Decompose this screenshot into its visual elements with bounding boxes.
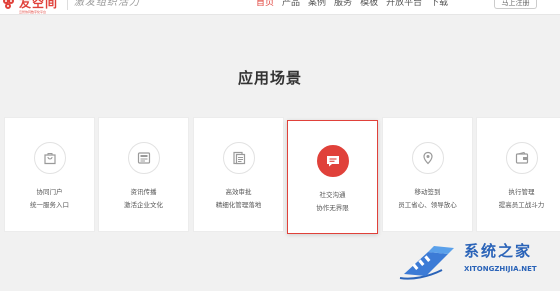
card-title: 社交沟通 <box>319 191 346 199</box>
card-title: 高效审批 <box>225 188 252 196</box>
chat-bubble-icon <box>326 156 339 167</box>
brand-name: 友空间 <box>19 0 59 10</box>
shopping-bag-icon <box>43 153 56 165</box>
wallet-icon <box>515 151 528 164</box>
brand-subtitle: 云智协同数字化平台 <box>19 10 47 14</box>
card-execution[interactable]: 执行管理 提高员工战斗力 <box>476 117 560 232</box>
nav-item-download[interactable]: 下载 <box>430 0 448 9</box>
watermark-url: XITONGZHIJIA.NET <box>464 265 537 273</box>
card-icon-circle <box>505 142 538 174</box>
card-icon-circle <box>33 142 66 174</box>
card-title: 移动签到 <box>414 188 441 196</box>
top-nav-bar: 友空间 云智协同数字化平台 激发组织活力 首页 产品 案例 服务 模板 开放平台… <box>0 0 560 15</box>
brand-logo[interactable]: 友空间 云智协同数字化平台 <box>3 0 59 14</box>
news-icon <box>137 152 150 164</box>
card-news[interactable]: 资讯传播 激活企业文化 <box>98 117 189 232</box>
card-subtitle: 协作无界限 <box>316 204 349 212</box>
nav-item-cases[interactable]: 案例 <box>308 0 326 9</box>
brand-slogan: 激发组织活力 <box>74 0 140 8</box>
document-icon <box>232 151 245 165</box>
card-title: 协同门户 <box>36 188 63 196</box>
card-subtitle: 统一服务入口 <box>30 201 69 209</box>
watermark-title: 系统之家 <box>464 242 533 260</box>
card-approval[interactable]: 高效审批 精细化管理落地 <box>193 117 284 232</box>
scenario-cards: 协同门户 统一服务入口 资讯传播 激活企业文化 高效审批 精细化管理落地 社交沟… <box>0 117 560 234</box>
card-subtitle: 精细化管理落地 <box>215 201 262 209</box>
card-subtitle: 激活企业文化 <box>124 201 163 209</box>
register-button[interactable]: 马上注册 <box>494 0 537 9</box>
card-icon-circle <box>127 142 160 174</box>
card-icon-circle <box>316 145 349 177</box>
card-title: 执行管理 <box>508 188 535 196</box>
main-nav: 首页 产品 案例 服务 模板 开放平台 下载 <box>256 0 456 9</box>
card-checkin[interactable]: 移动签到 员工省心、领导放心 <box>382 117 473 232</box>
card-portal[interactable]: 协同门户 统一服务入口 <box>4 117 95 232</box>
logo-divider <box>67 0 68 10</box>
watermark: 系统之家 XITONGZHIJIA.NET <box>398 240 558 284</box>
nav-item-products[interactable]: 产品 <box>282 0 300 9</box>
nav-item-templates[interactable]: 模板 <box>360 0 378 9</box>
card-social[interactable]: 社交沟通 协作无界限 <box>287 120 378 234</box>
location-pin-icon <box>422 151 433 165</box>
card-icon-circle <box>411 142 444 174</box>
logo-mark-icon <box>3 0 16 11</box>
nav-item-home[interactable]: 首页 <box>256 0 274 9</box>
nav-item-services[interactable]: 服务 <box>334 0 352 9</box>
card-title: 资讯传播 <box>130 188 157 196</box>
card-icon-circle <box>222 142 255 174</box>
watermark-logo-icon <box>399 246 454 280</box>
nav-item-open-platform[interactable]: 开放平台 <box>386 0 422 9</box>
section-title: 应用场景 <box>237 69 302 87</box>
card-subtitle: 提高员工战斗力 <box>498 201 545 209</box>
card-subtitle: 员工省心、领导放心 <box>398 201 457 209</box>
